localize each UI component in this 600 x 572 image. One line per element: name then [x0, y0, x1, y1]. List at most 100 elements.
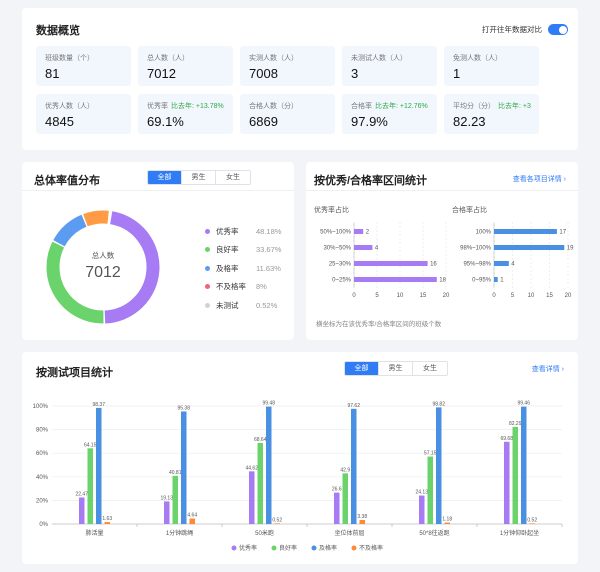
bar-value-label: 18: [439, 278, 446, 284]
bar: [521, 406, 527, 524]
range-title: 按优秀/合格率区间统计: [314, 175, 428, 187]
bar-value-label: 98.82: [432, 401, 445, 407]
bar-value-label: 44.62: [245, 465, 258, 471]
legend-label: 及格率: [319, 544, 337, 552]
stat-label: 班级数量（个）: [45, 55, 94, 62]
bar-value-label: 97.62: [347, 403, 360, 409]
y-tick-label: 30%~50%: [323, 246, 351, 252]
x-tick-label: 20: [565, 293, 572, 299]
bar: [342, 473, 348, 524]
stat-value: 97.9%: [351, 114, 388, 129]
stat-label: 合格人数（分）: [249, 103, 298, 110]
bar: [427, 456, 433, 524]
bar: [79, 497, 85, 524]
range-note: 横坐标为在该优秀率/合格率区间的班级个数: [316, 321, 442, 328]
bar-value-label: 24.13: [415, 490, 428, 496]
legend-percent: 33.67%: [256, 245, 282, 255]
x-tick-label: 15: [546, 293, 553, 299]
distribution-legend: 优秀率 48.18% 良好率 33.67% 及格率 11.63% 不及格率 8% 未测试 0.52…: [205, 222, 281, 315]
bar-value-label: 22.47: [75, 491, 88, 497]
x-tick-label: 0: [352, 293, 356, 299]
legend-dot-icon: [205, 284, 210, 290]
tab-female[interactable]: 女生: [413, 362, 447, 375]
stat-card: 免测人数（人） 1: [444, 46, 539, 86]
x-tick-label: 15: [420, 293, 427, 299]
legend-percent: 11.63%: [256, 263, 281, 273]
x-tick-label: 1分钟仰卧起坐: [500, 529, 539, 537]
stat-label: 免测人数（人）: [453, 55, 502, 62]
tab-all[interactable]: 全部: [345, 362, 379, 375]
bar: [266, 406, 272, 524]
bar-value-label: 98.37: [92, 402, 105, 408]
y-tick-label: 100%: [476, 230, 492, 236]
range-bar-charts: 优秀率占比0 5 10 15 2050%~100% 230%~50% 425~30% 160~…: [314, 205, 574, 299]
bar-value-label: 0.52: [272, 517, 282, 523]
project-detail-link[interactable]: 查看详情 ›: [532, 364, 564, 374]
bar-value-label: 42.9: [340, 467, 350, 473]
stat-label: 未测试人数（人）: [351, 55, 407, 62]
compare-toggle-switch[interactable]: [548, 24, 568, 35]
stat-value: 4845: [45, 114, 74, 129]
bar: [334, 492, 340, 524]
stat-label: 优秀人数（人）: [45, 103, 94, 110]
bar: [172, 475, 178, 524]
tab-all[interactable]: 全部: [148, 171, 182, 184]
bar: [504, 441, 510, 524]
overview-card: 数据概览 打开往年数据对比 班级数量（个） 81 总人数（人） 7012 实测人数（人）…: [22, 8, 578, 150]
bar: [436, 407, 442, 524]
x-tick-label: 10: [397, 293, 404, 299]
legend-label: 良好率: [279, 544, 297, 552]
range-detail-link[interactable]: 查看各项目详情 ›: [513, 174, 566, 184]
stat-label: 优秀率 比去年: +13.78%: [147, 103, 224, 110]
legend-label: 优秀率: [239, 544, 257, 552]
bar: [354, 229, 364, 234]
legend-label: 不及格率: [359, 544, 383, 552]
stat-value: 7008: [249, 66, 278, 81]
x-tick-label: 20: [443, 293, 450, 299]
y-tick-label: 0~95%: [472, 278, 492, 284]
legend-item: 及格率 11.63%: [205, 259, 281, 278]
distribution-card: 总体率值分布 全部 男生 女生 总人数 7012 优秀率 48.18% 良好率 33.6…: [22, 162, 294, 340]
bar-value-label: 99.46: [517, 401, 530, 407]
stat-card: 总人数（人） 7012: [138, 46, 233, 86]
bar: [96, 407, 102, 524]
bar-value-label: 4: [511, 262, 515, 268]
tab-female[interactable]: 女生: [216, 171, 250, 184]
y-tick-label: 95%~98%: [463, 262, 491, 268]
bar: [359, 520, 365, 524]
bar-value-label: 99.48: [262, 401, 275, 407]
bar-value-label: 95.38: [177, 405, 190, 411]
bar: [164, 501, 170, 524]
y-tick-label: 25~30%: [329, 262, 352, 268]
stat-value: 69.1%: [147, 114, 184, 129]
x-tick-label: 5: [375, 293, 379, 299]
stat-value: 6869: [249, 114, 278, 129]
donut-slice: [53, 214, 87, 247]
tab-male[interactable]: 男生: [379, 362, 413, 375]
y-tick-label: 50%~100%: [320, 230, 352, 236]
bar-value-label: 1.63: [102, 516, 112, 522]
legend-name: 优秀率: [216, 226, 239, 236]
stat-value: 7012: [147, 66, 176, 81]
bar: [249, 471, 255, 524]
compare-toggle-label: 打开往年数据对比: [482, 25, 542, 34]
bar: [104, 522, 110, 524]
bar: [87, 448, 93, 524]
stat-label: 实测人数（人）: [249, 55, 298, 62]
bar: [351, 408, 357, 524]
divider: [22, 190, 294, 191]
legend-name: 未测试: [216, 300, 239, 310]
legend-name: 良好率: [216, 245, 239, 255]
range-card: 按优秀/合格率区间统计 查看各项目详情 › 优秀率占比 0 5 10 15 20 50%~1…: [306, 162, 578, 340]
tab-male[interactable]: 男生: [182, 171, 216, 184]
stat-value: 82.23: [453, 114, 486, 129]
stat-card: 实测人数（人） 7008: [240, 46, 335, 86]
range-chart-1: 合格率占比 0 5 10 15 20 100% 17 98%~100% 19 95%~98% 4 0~9…: [452, 205, 574, 299]
bar: [274, 523, 280, 524]
range-chart-title: 合格率占比: [452, 205, 487, 214]
legend-dot-icon: [205, 265, 210, 271]
stat-card: 合格人数（分） 6869: [240, 94, 335, 134]
bar: [354, 277, 437, 282]
bar-value-label: 16: [430, 262, 437, 268]
donut-slice: [83, 210, 109, 227]
